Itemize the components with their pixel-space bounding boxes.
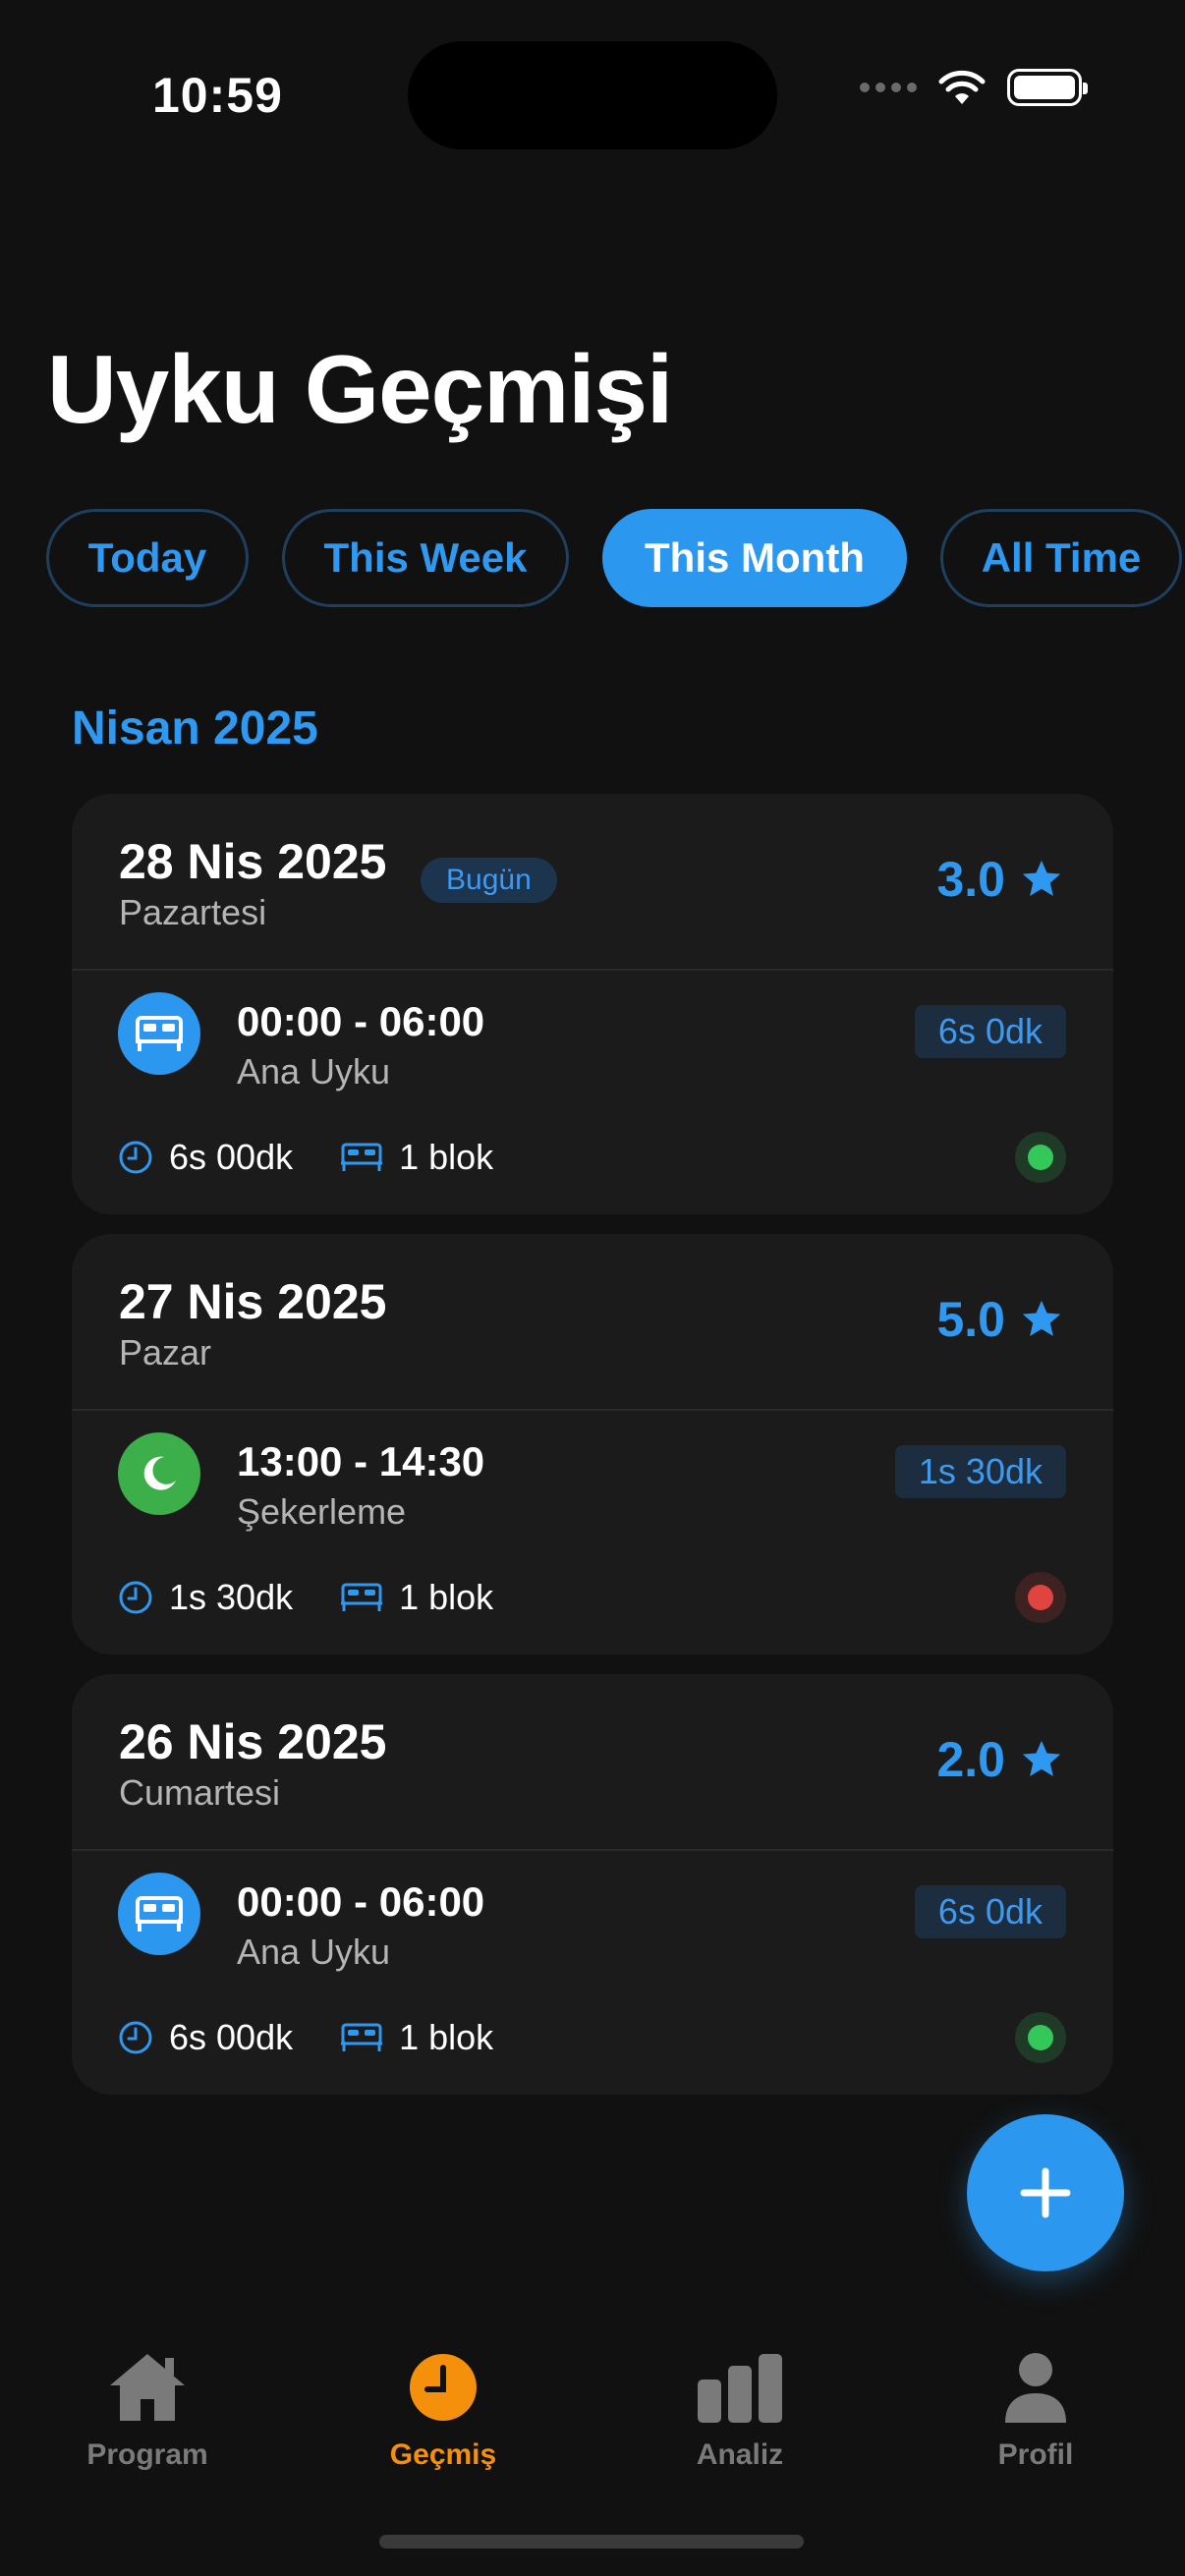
total-duration-value: 1s 30dk [169,1577,294,1617]
block-count: 1 blok [340,1577,493,1618]
clock-icon [119,2021,152,2054]
cellular-signal-icon [860,83,917,92]
clock-icon [119,1141,152,1174]
day-card[interactable]: 28 Nis 2025 Pazartesi Bugün 3.0 00:00 - … [72,794,1113,1214]
clock-icon [119,1581,152,1614]
block-count-value: 1 blok [399,2017,494,2057]
tab-label: Analiz [696,2438,784,2471]
total-duration: 6s 00dk [118,2017,293,2058]
bed-icon [341,1583,383,1611]
entry-type: Ana Uyku [237,1051,391,1092]
block-count-value: 1 blok [399,1137,494,1177]
day-card-footer: 1s 30dk 1 blok [118,1568,1066,1627]
person-icon [1005,2353,1066,2423]
status-icons [860,69,1088,106]
tab-profil[interactable]: Profil [918,2350,1154,2472]
tab-gecmis[interactable]: Geçmiş [325,2350,561,2472]
star-icon [1022,860,1061,897]
rating-value: 3.0 [936,852,1005,907]
plus-icon [1020,2167,1071,2218]
rating-value: 5.0 [936,1292,1005,1347]
day-rating: 2.0 [936,1731,1064,1788]
tab-program[interactable]: Program [29,2350,265,2472]
today-badge: Bugün [421,858,557,903]
entry-duration-badge: 6s 0dk [914,1005,1066,1058]
day-card-footer: 6s 00dk 1 blok [118,1128,1066,1187]
entry-time-range: 00:00 - 06:00 [237,1878,485,1925]
battery-icon [1007,69,1088,106]
day-card[interactable]: 26 Nis 2025 Cumartesi 2.0 00:00 - 06:00 … [72,1674,1113,2095]
rating-value: 2.0 [936,1732,1005,1787]
bed-icon [118,992,200,1075]
tab-label: Geçmiş [389,2438,497,2471]
filter-all-time[interactable]: All Time [940,509,1182,607]
day-card-footer: 6s 00dk 1 blok [118,2008,1066,2067]
total-duration-value: 6s 00dk [169,1137,294,1177]
status-time: 10:59 [152,68,283,123]
filter-this-week[interactable]: This Week [282,509,569,607]
entry-time-range: 13:00 - 14:30 [237,1438,485,1484]
entry-time-range: 00:00 - 06:00 [237,998,485,1044]
month-header: Nisan 2025 [72,702,318,755]
house-icon [110,2354,185,2421]
block-count-value: 1 blok [399,1577,494,1617]
total-duration: 6s 00dk [118,1137,293,1178]
status-indicator [1015,2012,1066,2063]
block-count: 1 blok [340,2017,493,2058]
moon-icon [118,1432,200,1515]
day-date: 28 Nis 2025 [119,834,387,889]
day-card[interactable]: 27 Nis 2025 Pazar 5.0 13:00 - 14:30 Şeke… [72,1234,1113,1654]
block-count: 1 blok [340,1137,493,1178]
bar-chart-icon [698,2354,782,2423]
day-card-header: 28 Nis 2025 Pazartesi Bugün 3.0 [72,794,1113,971]
entry-type: Ana Uyku [237,1932,391,1972]
dynamic-island [408,41,777,149]
page-title: Uyku Geçmişi [47,335,673,443]
entry-type: Şekerleme [237,1491,407,1532]
add-sleep-button[interactable] [967,2114,1124,2271]
filter-this-month[interactable]: This Month [602,509,907,607]
bed-icon [118,1873,200,1955]
entry-duration-badge: 6s 0dk [914,1885,1066,1938]
tab-analiz[interactable]: Analiz [622,2350,858,2472]
status-indicator [1015,1572,1066,1623]
day-date: 26 Nis 2025 [119,1714,387,1769]
day-weekday: Pazartesi [119,892,267,932]
status-indicator [1015,1132,1066,1183]
period-filter: Today This Week This Month All Time [46,509,1182,607]
wifi-icon [938,70,986,104]
entry-duration-badge: 1s 30dk [894,1445,1066,1498]
total-duration: 1s 30dk [118,1577,293,1618]
day-card-header: 26 Nis 2025 Cumartesi 2.0 [72,1674,1113,1851]
day-rating: 5.0 [936,1291,1064,1348]
tab-label: Profil [997,2438,1074,2471]
day-rating: 3.0 [936,851,1064,908]
day-weekday: Pazar [119,1332,212,1372]
day-date: 27 Nis 2025 [119,1274,387,1329]
bed-icon [341,2023,383,2051]
day-card-header: 27 Nis 2025 Pazar 5.0 [72,1234,1113,1411]
star-icon [1022,1300,1061,1337]
tab-label: Program [86,2438,208,2471]
clock-icon [410,2354,477,2421]
filter-today[interactable]: Today [46,509,249,607]
bed-icon [341,1143,383,1171]
total-duration-value: 6s 00dk [169,2017,294,2057]
home-indicator [379,2535,804,2548]
day-weekday: Cumartesi [119,1772,281,1813]
star-icon [1022,1740,1061,1777]
